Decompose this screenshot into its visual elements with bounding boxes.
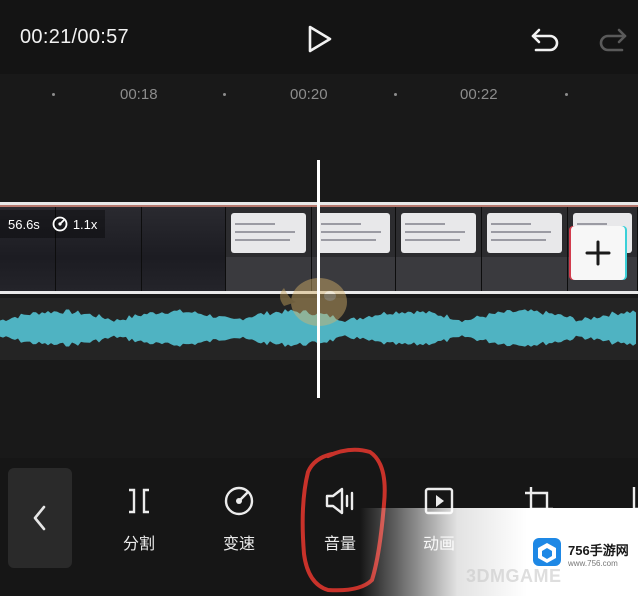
watermark-url: www.756.com xyxy=(568,559,618,568)
site-logo-icon xyxy=(533,538,561,566)
back-button[interactable] xyxy=(8,468,72,568)
top-bar: 00:21/00:57 xyxy=(0,0,638,74)
clip-thumbnail xyxy=(396,207,482,291)
watermark-brand: 3DMGAME xyxy=(466,566,562,586)
speed-icon xyxy=(224,486,254,516)
timeline-area[interactable]: 56.6s 1.1x xyxy=(0,118,638,458)
clip-thumbnail xyxy=(142,207,226,291)
watermark-site-name: 756手游网 xyxy=(568,543,629,558)
clip-info-badge: 56.6s 1.1x xyxy=(0,210,106,238)
playback-timecode: 00:21/00:57 xyxy=(20,26,129,48)
split-icon xyxy=(129,488,149,514)
ruler-dot xyxy=(223,93,226,96)
timeline-ruler[interactable]: 00:18 00:20 00:22 xyxy=(0,74,638,118)
ruler-label: 00:20 xyxy=(290,86,328,103)
tool-label: 分割 xyxy=(122,536,155,553)
play-icon xyxy=(308,25,332,53)
chevron-left-icon xyxy=(33,505,46,531)
video-editor-screen: 00:21/00:57 00:18 00:20 00:22 56.6s 1.1x… xyxy=(0,0,638,596)
clip-duration: 56.6s xyxy=(8,216,40,232)
tool-speed[interactable]: 变速 xyxy=(204,484,274,564)
ruler-dot xyxy=(52,93,55,96)
ruler-label: 00:22 xyxy=(460,86,498,103)
redo-icon xyxy=(599,28,627,52)
clip-speed: 1.1x xyxy=(72,216,98,232)
clip-thumbnail xyxy=(482,207,568,291)
ruler-dot xyxy=(565,93,568,96)
speed-gauge-icon xyxy=(52,216,68,232)
playhead[interactable] xyxy=(317,160,320,398)
undo-button[interactable] xyxy=(528,22,562,56)
add-clip-button[interactable] xyxy=(571,226,625,280)
play-button[interactable] xyxy=(302,22,336,56)
ruler-label: 00:18 xyxy=(120,86,158,103)
ruler-dot xyxy=(394,93,397,96)
redo-button[interactable] xyxy=(596,22,630,56)
plus-icon xyxy=(585,240,611,266)
undo-icon xyxy=(531,28,559,52)
tool-split[interactable]: 分割 xyxy=(104,484,174,564)
tool-label: 变速 xyxy=(222,536,255,553)
